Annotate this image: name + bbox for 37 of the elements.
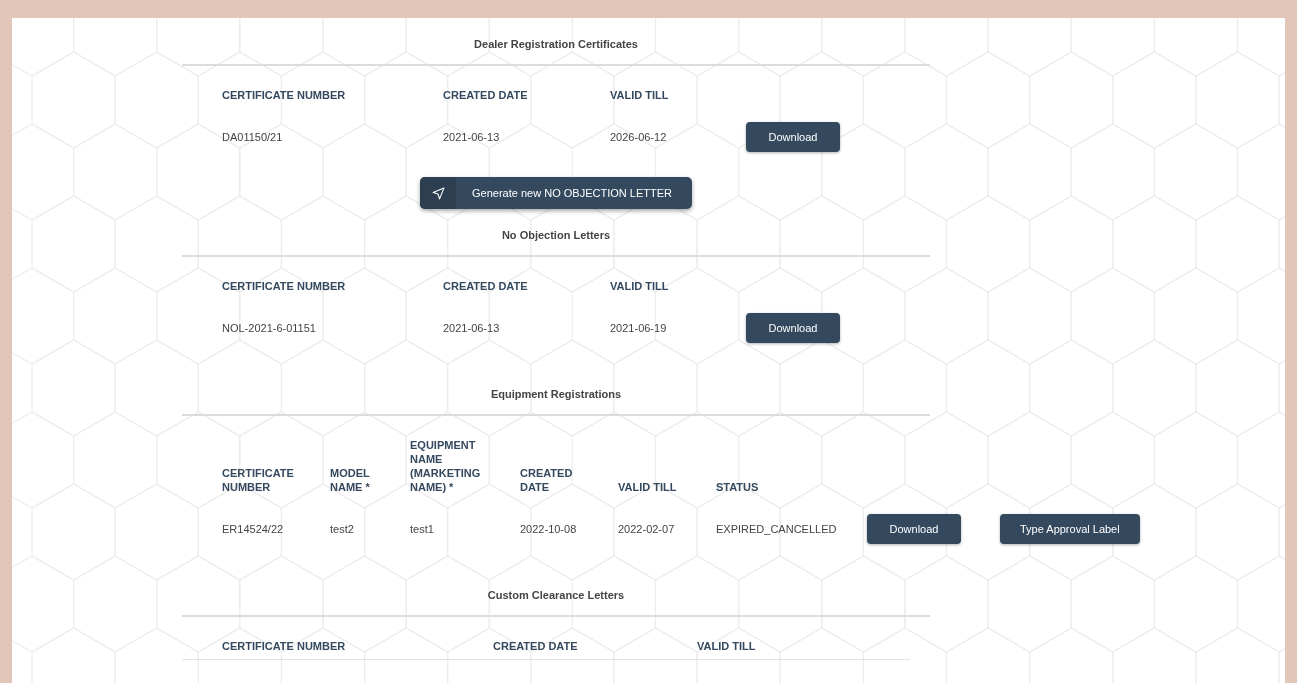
table-cell: DA01150/21 <box>222 131 283 143</box>
column-header: CREATED DATE <box>443 279 528 293</box>
column-header: CERTIFICATE NUMBER <box>222 466 295 494</box>
section-title: Dealer Registration Certificates <box>182 18 930 66</box>
column-header: CERTIFICATE NUMBER <box>222 279 346 293</box>
section-title: Equipment Registrations <box>182 368 930 416</box>
table-cell: EXPIRED_CANCELLED <box>716 523 837 535</box>
section-title: No Objection Letters <box>182 209 930 257</box>
row-action-button[interactable]: Type Approval Label <box>1000 514 1140 544</box>
table-cell: 2021-06-13 <box>443 131 500 143</box>
section-title: Custom Clearance Letters <box>182 569 930 617</box>
row-action-button[interactable]: Download <box>867 514 961 544</box>
column-header: VALID TILL <box>610 88 669 102</box>
column-header: VALID TILL <box>610 279 669 293</box>
column-header: MODEL NAME * <box>330 466 371 494</box>
column-header: EQUIPMENT NAME (MARKETING NAME) * <box>410 438 482 494</box>
table-cell: 2021-06-13 <box>443 322 500 334</box>
table-cell: 2021-06-19 <box>610 322 667 334</box>
column-header: VALID TILL <box>697 639 756 653</box>
column-header: CREATED DATE <box>443 88 528 102</box>
table-cell: NOL-2021-6-01151 <box>222 322 316 334</box>
column-header: VALID TILL <box>618 480 678 494</box>
table-cell: 2022-10-08 <box>520 523 577 535</box>
column-header: CREATED DATE <box>493 639 578 653</box>
column-header: CERTIFICATE NUMBER <box>222 88 346 102</box>
generate-letter-button[interactable]: Generate new NO OBJECTION LETTER <box>420 177 692 209</box>
column-header: CERTIFICATE NUMBER <box>222 639 346 653</box>
table-cell: 2022-02-07 <box>618 523 675 535</box>
table-cell: test2 <box>330 523 354 535</box>
column-header: CREATED DATE <box>520 466 574 494</box>
table-cell: ER14524/22 <box>222 523 284 535</box>
column-header: STATUS <box>716 480 760 494</box>
table-cell: test1 <box>410 523 434 535</box>
table-cell: 2026-06-12 <box>610 131 667 143</box>
row-action-button[interactable]: Download <box>746 313 840 343</box>
send-icon <box>431 186 445 200</box>
row-action-button[interactable]: Download <box>746 122 840 152</box>
